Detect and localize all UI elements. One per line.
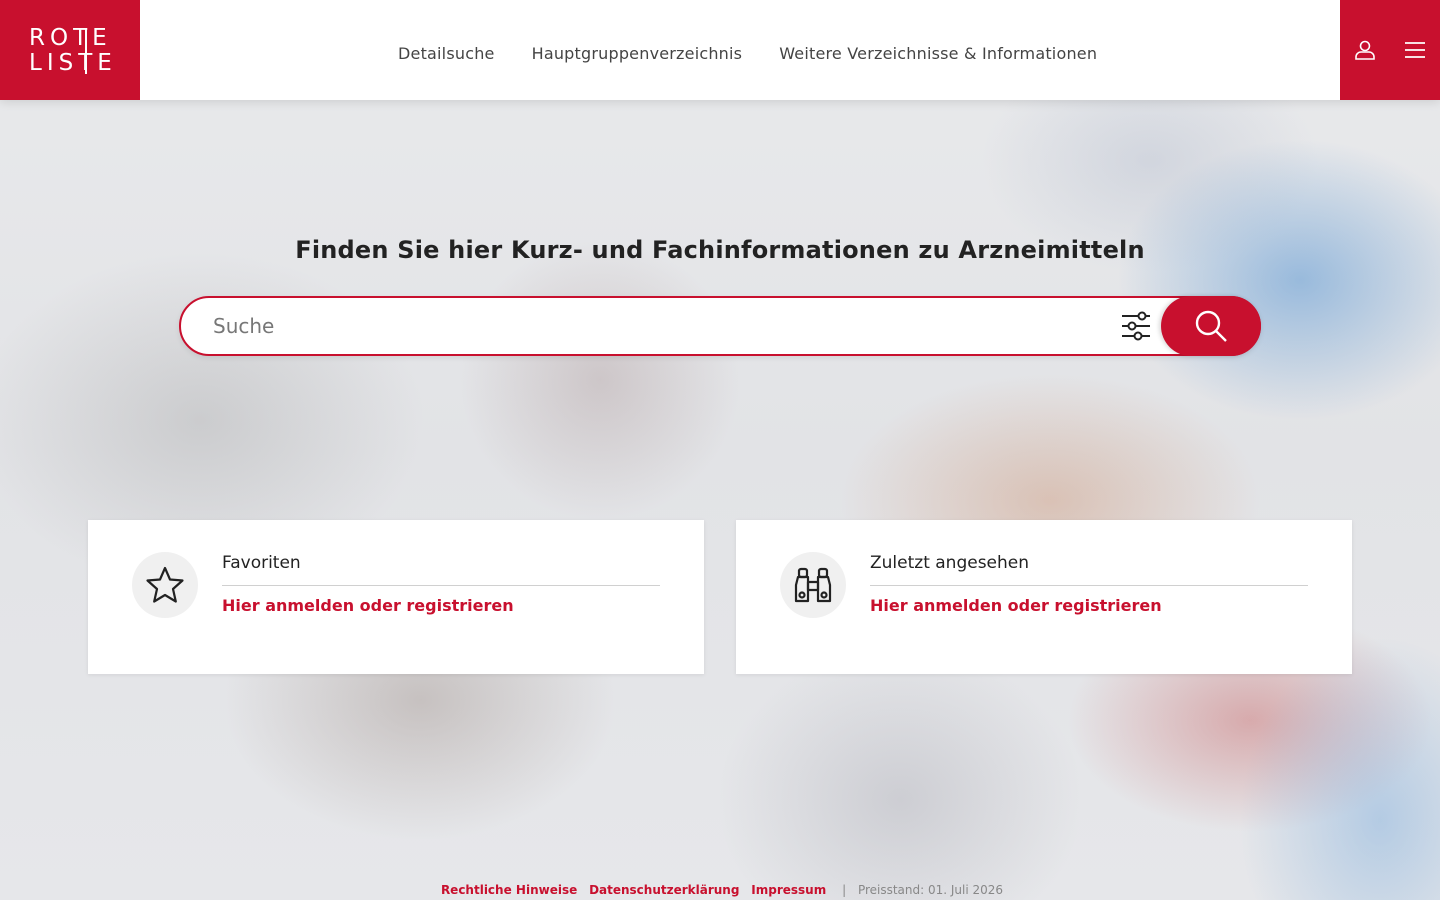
site-header: ROTE LISTE Detailsuche Hauptgruppenverze…: [0, 0, 1440, 100]
favorites-card: Favoriten Hier anmelden oder registriere…: [88, 520, 704, 674]
main-nav: Detailsuche Hauptgruppenverzeichnis Weit…: [398, 44, 1097, 63]
footer-separator: |: [842, 883, 847, 897]
card-divider: [870, 585, 1308, 586]
nav-detailsuche[interactable]: Detailsuche: [398, 44, 495, 63]
login-register-link[interactable]: Hier anmelden oder registrieren: [870, 596, 1162, 615]
sliders-icon[interactable]: [1120, 310, 1152, 342]
user-icon[interactable]: [1353, 38, 1377, 62]
footer-link-impressum[interactable]: Impressum: [751, 883, 826, 897]
recently-viewed-card: Zuletzt angesehen Hier anmelden oder reg…: [736, 520, 1352, 674]
logo-line-1: ROTE: [29, 25, 112, 51]
rote-liste-logo[interactable]: ROTE LISTE: [0, 0, 140, 100]
price-date: Preisstand: 01. Juli 2026: [857, 883, 1004, 897]
search-button[interactable]: [1161, 296, 1261, 356]
hamburger-menu-icon[interactable]: [1403, 38, 1427, 62]
binoculars-icon: [780, 552, 846, 618]
card-title: Favoriten: [222, 553, 301, 573]
login-register-link[interactable]: Hier anmelden oder registrieren: [222, 596, 514, 615]
hero-title: Finden Sie hier Kurz- und Fachinformatio…: [295, 236, 1145, 264]
search-bar: [179, 296, 1261, 356]
card-title: Zuletzt angesehen: [870, 553, 1030, 573]
search-icon: [1195, 310, 1227, 342]
footer-link-datenschutz[interactable]: Datenschutzerklärung: [589, 883, 739, 897]
header-actions: [1340, 0, 1440, 100]
footer-link-rechtliche-hinweise[interactable]: Rechtliche Hinweise: [441, 883, 577, 897]
logo-divider: [85, 28, 87, 74]
card-divider: [222, 585, 660, 586]
logo-line-2: LISTE: [29, 50, 117, 76]
star-icon: [132, 552, 198, 618]
nav-hauptgruppenverzeichnis[interactable]: Hauptgruppenverzeichnis: [532, 44, 743, 63]
search-input[interactable]: [213, 308, 1093, 344]
site-footer: Rechtliche Hinweise Datenschutzerklärung…: [0, 882, 1440, 898]
nav-weitere-verzeichnisse[interactable]: Weitere Verzeichnisse & Informationen: [779, 44, 1097, 63]
